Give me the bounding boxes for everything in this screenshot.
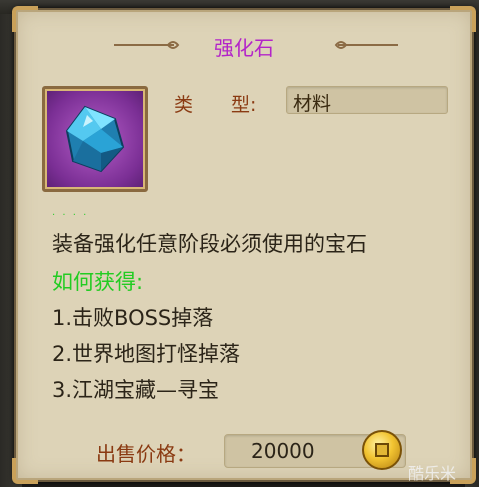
item-name: 强化石: [214, 36, 274, 60]
type-label: 类 型:: [174, 94, 257, 116]
item-tooltip-panel: 强化石 类 型: 材料 · · · · 装备强化任意阶段必须使用的宝石 如何获得…: [12, 6, 476, 484]
item-description: 装备强化任意阶段必须使用的宝石: [52, 232, 367, 256]
acquire-method-1: 1.击败BOSS掉落: [52, 306, 214, 330]
acquire-method-2: 2.世界地图打怪掉落: [52, 342, 241, 366]
watermark: 酷乐米: [408, 464, 457, 483]
separator-dots: · · · ·: [52, 210, 89, 221]
type-value-box: 材料: [286, 86, 448, 115]
item-icon-frame: [42, 86, 148, 192]
corner-ornament: [450, 6, 476, 32]
sell-price-value: 20000: [251, 439, 315, 463]
corner-ornament: [12, 6, 38, 32]
how-to-get-title: 如何获得:: [52, 270, 144, 294]
type-value: 材料: [293, 93, 332, 115]
corner-ornament: [12, 458, 38, 484]
blue-gem-icon: [65, 105, 125, 173]
coin-hole: [375, 443, 389, 457]
title-divider-right: [338, 44, 398, 46]
coin-icon: [362, 430, 402, 470]
sell-price-label: 出售价格：: [96, 442, 196, 466]
acquire-method-3: 3.江湖宝藏—寻宝: [52, 378, 220, 402]
